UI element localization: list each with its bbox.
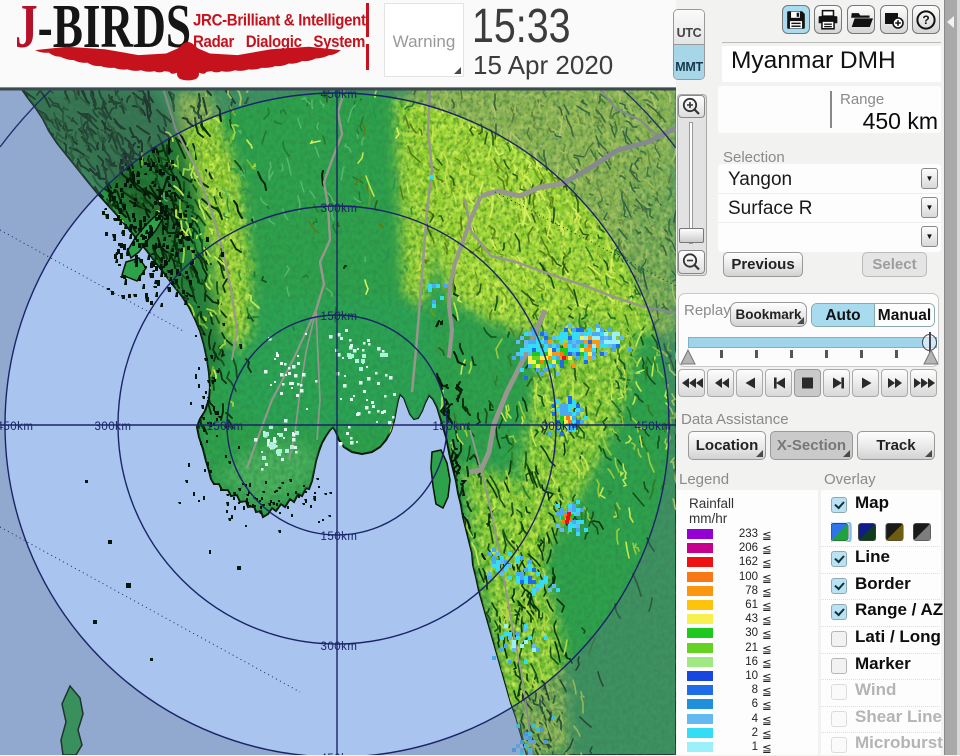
svg-text:?: ? bbox=[922, 13, 929, 27]
svg-text:150km: 150km bbox=[432, 421, 469, 433]
svg-text:450km: 450km bbox=[320, 89, 357, 101]
svg-text:300km: 300km bbox=[320, 203, 357, 215]
svg-text:150km: 150km bbox=[320, 311, 357, 323]
svg-text:300km: 300km bbox=[541, 421, 578, 433]
svg-text:300km: 300km bbox=[94, 421, 131, 433]
svg-text:150km: 150km bbox=[206, 421, 243, 433]
svg-text:450km: 450km bbox=[634, 421, 671, 433]
svg-text:450km: 450km bbox=[0, 421, 34, 433]
svg-text:150km: 150km bbox=[320, 531, 357, 543]
svg-text:300km: 300km bbox=[320, 641, 357, 653]
